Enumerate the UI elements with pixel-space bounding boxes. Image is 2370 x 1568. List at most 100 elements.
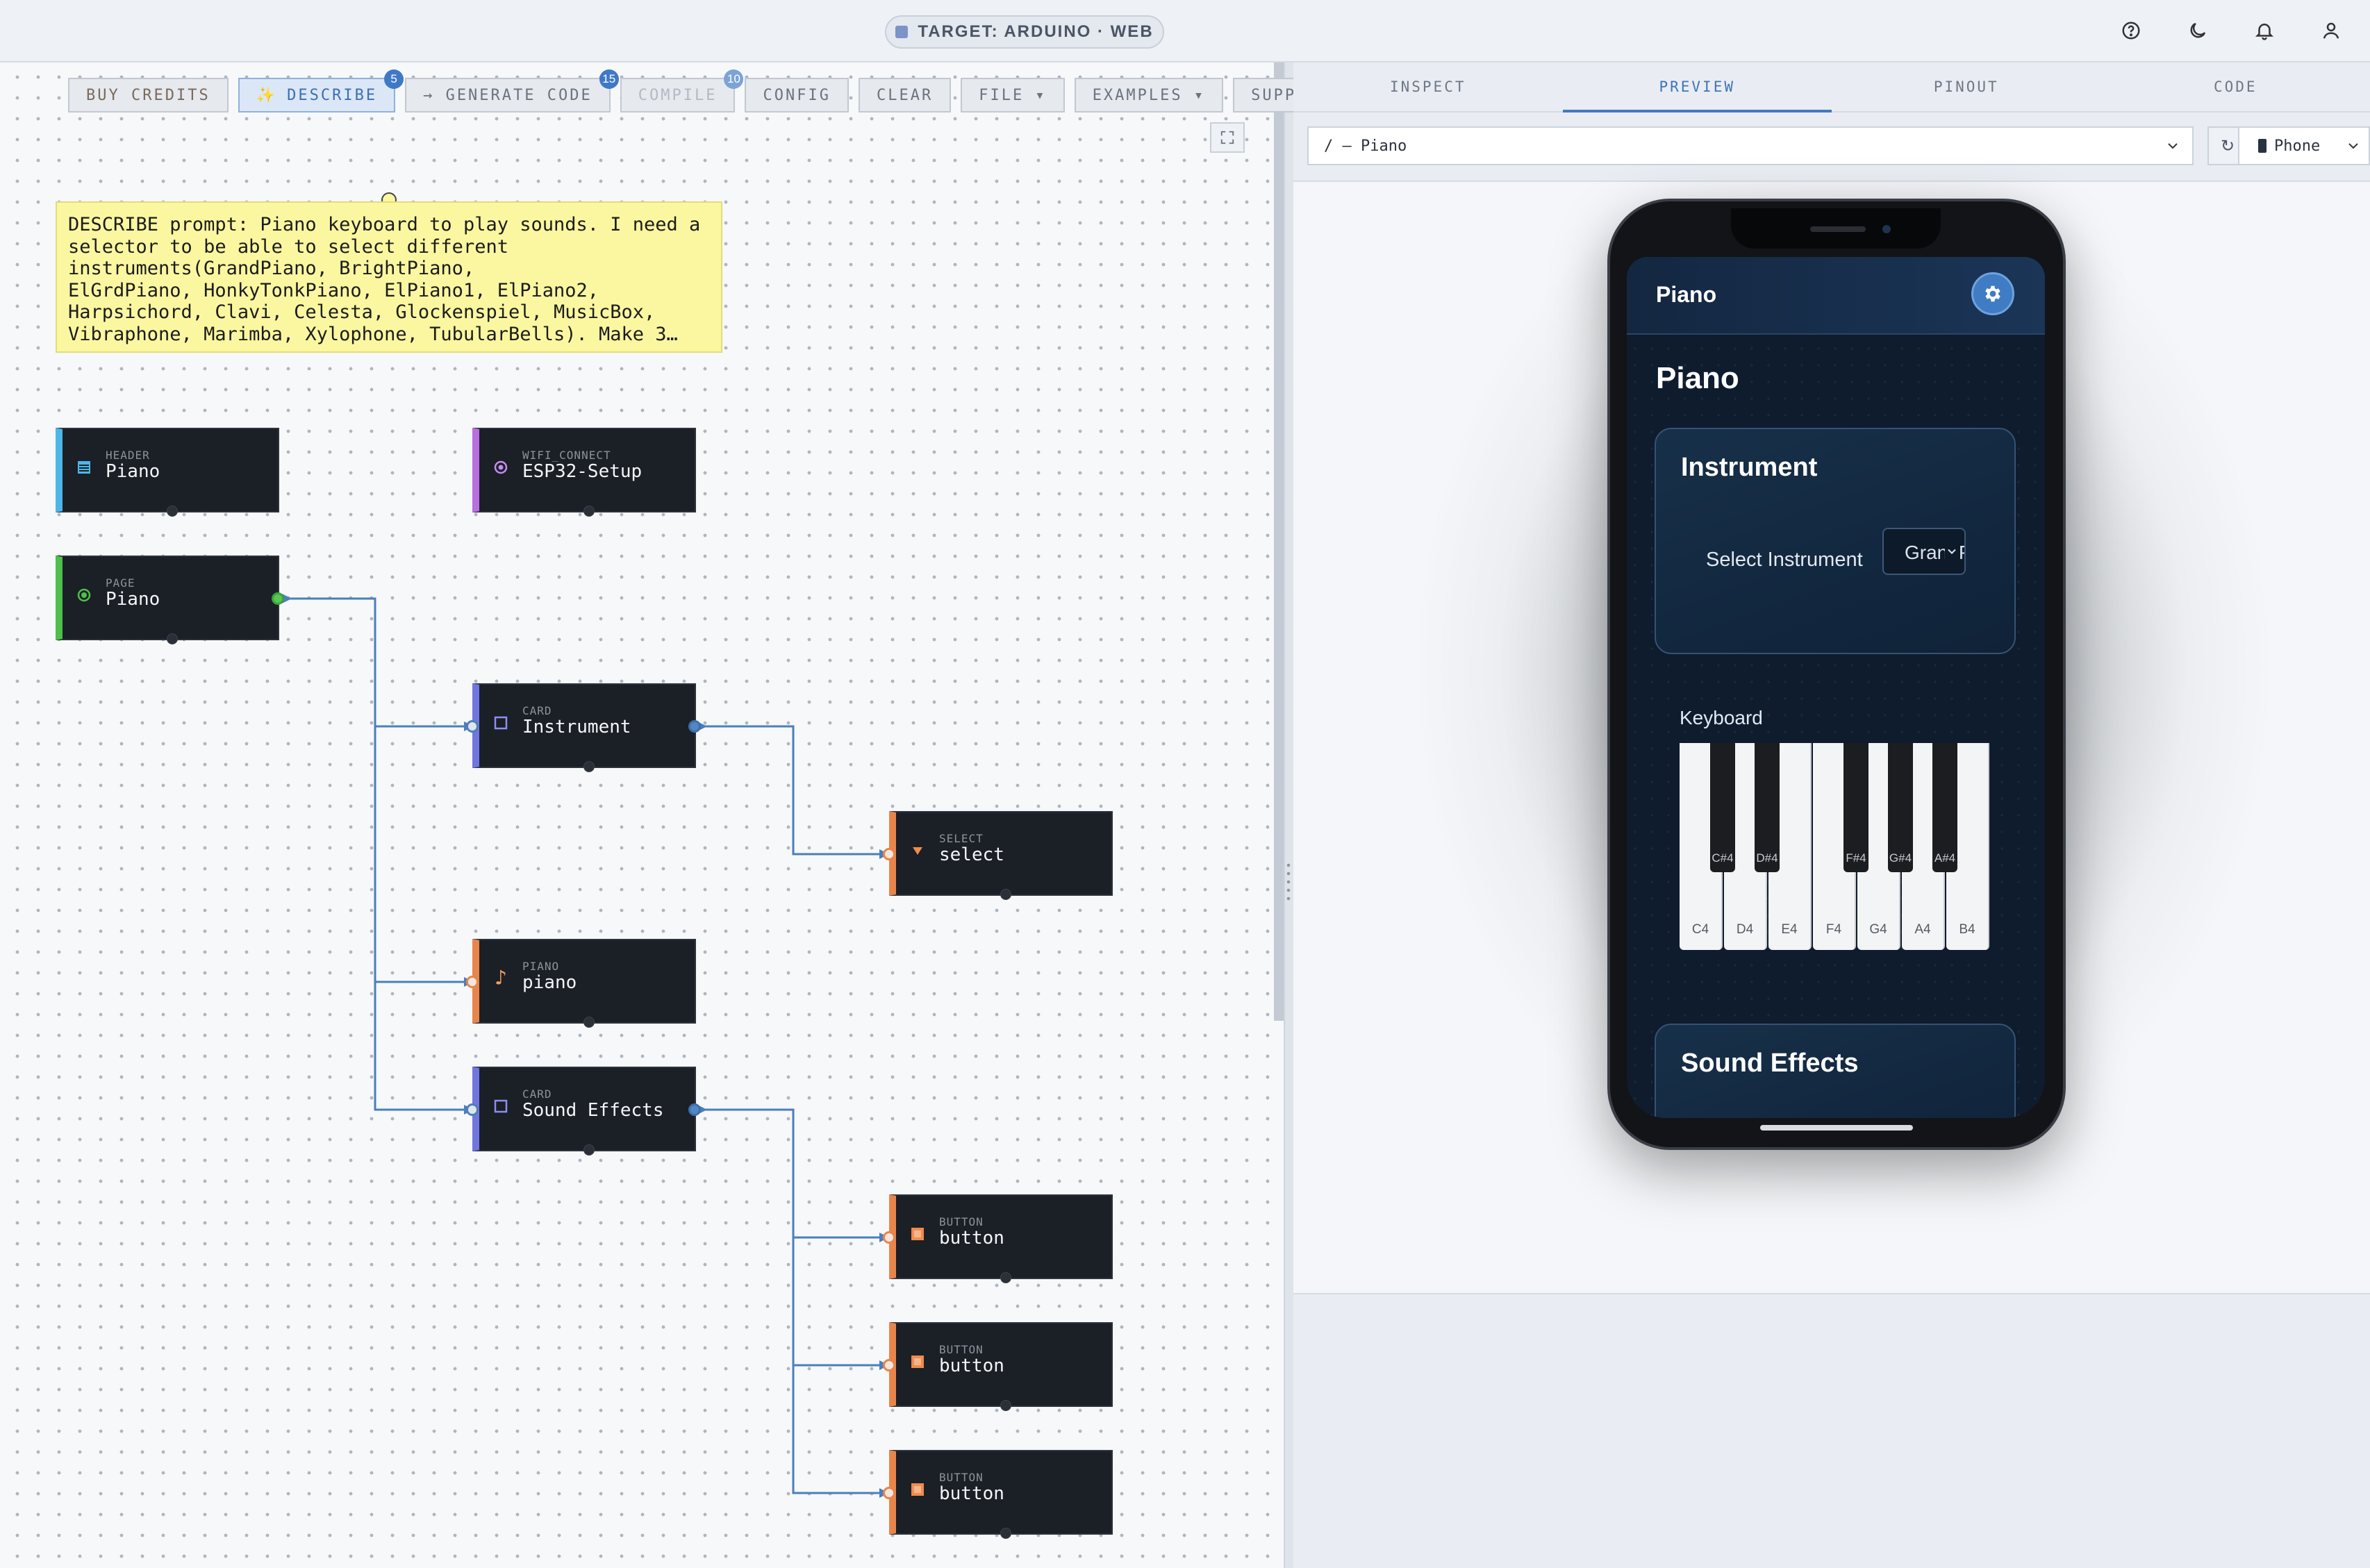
node-type: PAGE xyxy=(106,576,135,590)
wire-page-piano xyxy=(374,726,474,983)
select-input-port[interactable] xyxy=(883,848,895,860)
node-label: Sound Effects xyxy=(522,1100,664,1121)
button1-input-port[interactable] xyxy=(883,1231,895,1244)
node-label: select xyxy=(939,844,1004,865)
chevron-down-icon xyxy=(2348,143,2358,149)
node-header[interactable]: HEADER Piano xyxy=(56,428,279,517)
key-label: A#4 xyxy=(1934,851,1956,865)
chevron-down-icon xyxy=(1945,543,1959,560)
user-icon[interactable] xyxy=(2317,17,2345,44)
keyboard-label: Keyboard xyxy=(1680,707,1763,728)
node-port[interactable] xyxy=(583,506,595,517)
piano-input-port[interactable] xyxy=(466,976,479,988)
tab-preview[interactable]: PREVIEW xyxy=(1562,62,1832,112)
node-label: button xyxy=(939,1356,1004,1376)
node-type: CARD xyxy=(522,704,552,717)
card-title: Sound Effects xyxy=(1681,1049,1859,1078)
black-key-cs4[interactable]: C#4 xyxy=(1710,743,1735,872)
route-value: / — Piano xyxy=(1324,137,1407,155)
wire-instrument-select xyxy=(695,725,889,856)
node-label: Instrument xyxy=(522,717,631,737)
chevron-down-icon xyxy=(2168,143,2178,149)
node-port[interactable] xyxy=(583,1144,595,1156)
gear-icon xyxy=(1985,285,2000,302)
sound-output-port[interactable] xyxy=(688,1103,701,1116)
card-title: Instrument xyxy=(1681,453,1818,482)
node-card-instrument[interactable]: CARD Instrument xyxy=(472,683,696,772)
header-icon xyxy=(75,458,93,476)
node-type: BUTTON xyxy=(939,1343,984,1356)
node-label: piano xyxy=(522,972,577,993)
key-label: C4 xyxy=(1691,922,1709,937)
black-key-fs4[interactable]: F#4 xyxy=(1843,743,1868,872)
node-page[interactable]: PAGE Piano xyxy=(56,556,279,644)
wire-sound-button2 xyxy=(792,1237,889,1367)
key-label: F4 xyxy=(1825,922,1842,937)
tab-code[interactable]: CODE xyxy=(2101,62,2370,111)
route-select[interactable]: / — Piano xyxy=(1307,126,2194,165)
moon-icon[interactable] xyxy=(2184,17,2212,44)
node-button-2[interactable]: BUTTON button xyxy=(889,1322,1113,1411)
node-port[interactable] xyxy=(167,633,178,644)
black-key-gs4[interactable]: G#4 xyxy=(1888,743,1913,872)
button-icon xyxy=(909,1481,927,1499)
node-piano[interactable]: ♪ PIANO piano xyxy=(472,939,696,1028)
wire-page-sound xyxy=(374,982,474,1111)
page-title: Piano xyxy=(1656,361,1739,395)
sound-input-port[interactable] xyxy=(466,1103,479,1116)
instrument-input-port[interactable] xyxy=(466,720,479,733)
black-key-as4[interactable]: A#4 xyxy=(1932,743,1957,872)
page-output-port[interactable] xyxy=(272,592,284,605)
node-port[interactable] xyxy=(167,506,178,517)
node-port[interactable] xyxy=(1000,1272,1011,1283)
device-select[interactable]: Phone xyxy=(2238,126,2370,165)
bell-icon[interactable] xyxy=(2251,17,2278,44)
app-title: Piano xyxy=(1656,282,1717,307)
key-label: D#4 xyxy=(1756,851,1778,865)
page-icon xyxy=(75,586,93,604)
wire-sound-button1 xyxy=(695,1108,889,1239)
select-label: Select Instrument xyxy=(1706,549,1863,571)
instrument-select[interactable]: GrandPiano xyxy=(1882,528,1966,575)
node-button-1[interactable]: BUTTON button xyxy=(889,1194,1113,1283)
button-icon xyxy=(909,1225,927,1243)
instrument-card: Instrument Select Instrument GrandPiano xyxy=(1655,428,2016,654)
wire-sound-button3 xyxy=(792,1365,889,1494)
key-label: G#4 xyxy=(1889,851,1912,865)
button2-input-port[interactable] xyxy=(883,1359,895,1371)
button3-input-port[interactable] xyxy=(883,1487,895,1499)
node-port[interactable] xyxy=(583,761,595,772)
settings-button[interactable] xyxy=(1971,272,2014,315)
sound-effects-card: Sound Effects xyxy=(1655,1024,2016,1118)
node-port[interactable] xyxy=(1000,1528,1011,1539)
node-port[interactable] xyxy=(1000,889,1011,900)
speaker-grille xyxy=(1810,226,1866,232)
node-card-sound-effects[interactable]: CARD Sound Effects xyxy=(472,1067,696,1156)
tab-inspect[interactable]: INSPECT xyxy=(1293,62,1563,111)
help-icon[interactable] xyxy=(2117,17,2145,44)
instrument-output-port[interactable] xyxy=(688,720,701,733)
node-type: HEADER xyxy=(106,449,150,462)
node-label: Piano xyxy=(106,589,160,610)
node-type: PIANO xyxy=(522,960,560,973)
key-label: E4 xyxy=(1781,922,1798,937)
node-label: button xyxy=(939,1228,1004,1249)
node-select[interactable]: SELECT select xyxy=(889,811,1113,900)
black-key-ds4[interactable]: D#4 xyxy=(1755,743,1780,872)
node-label: button xyxy=(939,1483,1004,1504)
node-button-3[interactable]: BUTTON button xyxy=(889,1450,1113,1539)
key-label: C#4 xyxy=(1712,851,1734,865)
wifi-icon xyxy=(492,458,510,476)
node-port[interactable] xyxy=(583,1017,595,1028)
wire-page-instrument xyxy=(279,597,474,728)
node-port[interactable] xyxy=(1000,1400,1011,1411)
music-note-icon: ♪ xyxy=(494,966,508,990)
node-wifi-connect[interactable]: WIFI_CONNECT ESP32-Setup xyxy=(472,428,696,517)
node-type: BUTTON xyxy=(939,1215,984,1228)
tab-pinout[interactable]: PINOUT xyxy=(1832,62,2101,111)
resize-handle[interactable] xyxy=(1286,861,1291,903)
key-label: F#4 xyxy=(1846,851,1866,865)
device-value: Phone xyxy=(2274,137,2321,155)
key-label: G4 xyxy=(1869,922,1887,937)
phone-icon xyxy=(2258,139,2267,153)
